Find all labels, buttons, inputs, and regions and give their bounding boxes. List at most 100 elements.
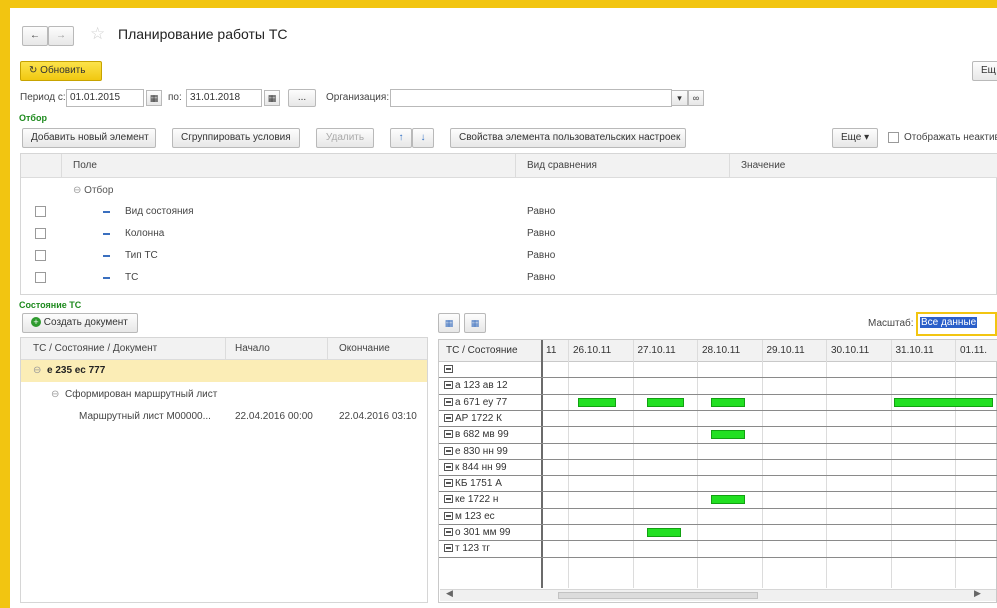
- expand-icon[interactable]: [444, 462, 453, 471]
- gantt-row-line: [439, 393, 997, 395]
- gantt-row-label[interactable]: [444, 364, 455, 375]
- gantt-bar[interactable]: [646, 397, 685, 407]
- move-up-icon[interactable]: ↑: [390, 128, 412, 148]
- calendar-icon-from[interactable]: ▦: [146, 90, 162, 106]
- filter-row-checkbox[interactable]: [35, 228, 46, 239]
- delete-button[interactable]: Удалить: [316, 128, 374, 148]
- gantt-zoom-out-icon[interactable]: ▦: [464, 313, 486, 333]
- gantt-row-label[interactable]: АР 1722 К: [444, 413, 502, 424]
- gantt-scrollbar[interactable]: ◀ ▶: [440, 588, 996, 601]
- group-conditions-button[interactable]: Сгруппировать условия: [172, 128, 300, 148]
- gantt-row-line: [439, 540, 997, 542]
- expand-icon[interactable]: [444, 544, 453, 553]
- filter-row[interactable]: Вид состояния Равно: [21, 201, 997, 223]
- collapse-icon[interactable]: ⊖: [51, 389, 59, 400]
- expand-icon[interactable]: [444, 495, 453, 504]
- expand-icon[interactable]: [444, 511, 453, 520]
- expand-icon[interactable]: [444, 430, 453, 439]
- organization-field[interactable]: [390, 89, 672, 107]
- scroll-thumb[interactable]: [558, 592, 758, 599]
- period-from-label: Период с:: [20, 92, 66, 103]
- filter-group-row[interactable]: ⊖ Отбор: [73, 185, 113, 196]
- gantt-bar[interactable]: [711, 397, 746, 407]
- period-to-field[interactable]: 31.01.2018: [186, 89, 262, 107]
- scroll-right-icon[interactable]: ▶: [974, 588, 981, 599]
- forward-button[interactable]: →: [48, 26, 74, 46]
- add-icon: +: [31, 317, 41, 327]
- gantt-bar[interactable]: [711, 495, 746, 505]
- gantt-bar[interactable]: [577, 397, 617, 407]
- move-down-icon[interactable]: ↓: [412, 128, 434, 148]
- calendar-icon-to[interactable]: ▦: [264, 90, 280, 106]
- gantt-row-label[interactable]: КБ 1751 А: [444, 478, 502, 489]
- show-inactive-checkbox[interactable]: [888, 132, 899, 143]
- gantt-row-label[interactable]: а 671 еу 77: [444, 397, 507, 408]
- filter-table: Поле Вид сравнения Значение ⊖ Отбор Вид …: [20, 153, 997, 295]
- expand-icon[interactable]: [444, 397, 453, 406]
- dropdown-icon[interactable]: ▾: [672, 90, 688, 106]
- gantt-zoom-in-icon[interactable]: ▦: [438, 313, 460, 333]
- gantt-row-line: [439, 458, 997, 460]
- expand-icon[interactable]: [444, 413, 453, 422]
- favorite-star-icon[interactable]: ☆: [90, 24, 105, 44]
- period-from-field[interactable]: 01.01.2015: [66, 89, 144, 107]
- column-divider: [327, 338, 328, 360]
- gantt-row-label[interactable]: т 123 тг: [444, 543, 490, 554]
- expand-icon[interactable]: [444, 446, 453, 455]
- scroll-left-icon[interactable]: ◀: [446, 588, 453, 599]
- tree-document-label: Маршрутный лист М00000...: [79, 411, 211, 422]
- filter-row-comparison: Равно: [527, 250, 556, 261]
- collapse-icon[interactable]: ⊖: [73, 185, 81, 196]
- filter-table-header: [21, 154, 997, 178]
- filter-row-checkbox[interactable]: [35, 250, 46, 261]
- filter-row[interactable]: ТС Равно: [21, 267, 997, 289]
- gantt-bar[interactable]: [711, 430, 746, 440]
- refresh-button[interactable]: ↻ Обновить: [20, 61, 102, 81]
- expand-icon[interactable]: [444, 381, 453, 390]
- gantt-row-label[interactable]: к 844 нн 99: [444, 462, 507, 473]
- filter-section-label: Отбор: [19, 113, 47, 123]
- tree-document-end: 22.04.2016 03:10: [339, 411, 417, 422]
- gantt-row-line: [439, 377, 997, 379]
- collapse-icon[interactable]: ⊖: [33, 365, 41, 376]
- filter-row-field: Колонна: [125, 228, 165, 239]
- refresh-label: Обновить: [40, 65, 86, 76]
- filter-row-checkbox[interactable]: [35, 206, 46, 217]
- period-select-button[interactable]: ...: [288, 89, 316, 107]
- expand-icon[interactable]: [444, 479, 453, 488]
- tree-status-label: Сформирован маршрутный лист: [65, 389, 218, 400]
- filter-row[interactable]: Колонна Равно: [21, 223, 997, 245]
- element-properties-button[interactable]: Свойства элемента пользовательских настр…: [450, 128, 686, 148]
- tree-vehicle-label: е 235 ес 777: [47, 365, 106, 376]
- gantt-row-label[interactable]: ке 1722 н: [444, 494, 498, 505]
- gantt-row-label[interactable]: е 830 нн 99: [444, 446, 508, 457]
- gantt-chart[interactable]: [438, 339, 997, 603]
- gantt-bar[interactable]: [646, 528, 681, 537]
- gantt-bar[interactable]: [893, 397, 993, 407]
- tree-row-vehicle[interactable]: ⊖ е 235 ес 777: [21, 360, 427, 382]
- tree-row-status[interactable]: ⊖ Сформирован маршрутный лист: [21, 384, 427, 406]
- gantt-row-line: [439, 475, 997, 477]
- scale-field[interactable]: Все данные: [916, 312, 997, 336]
- filter-more-button[interactable]: Еще ▾: [832, 128, 878, 148]
- filter-row[interactable]: Тип ТС Равно: [21, 245, 997, 267]
- gantt-row-label[interactable]: о 301 мм 99: [444, 527, 510, 538]
- column-value: Значение: [741, 160, 786, 171]
- open-link-icon[interactable]: ∞: [688, 90, 704, 106]
- expand-icon[interactable]: [444, 365, 453, 373]
- column-divider: [61, 154, 62, 178]
- gantt-row-label[interactable]: а 123 ав 12: [444, 380, 508, 391]
- column-start: Начало: [235, 343, 270, 354]
- gantt-row-line: [439, 491, 997, 493]
- gantt-header-label: ТС / Состояние: [446, 345, 518, 356]
- add-element-button[interactable]: Добавить новый элемент: [22, 128, 156, 148]
- expand-icon[interactable]: [444, 528, 453, 536]
- gantt-row-label[interactable]: м 123 ес: [444, 511, 495, 522]
- create-document-button[interactable]: + Создать документ: [22, 313, 138, 333]
- more-button-top[interactable]: Ещ: [972, 61, 997, 81]
- tree-row-document[interactable]: Маршрутный лист М00000... 22.04.2016 00:…: [21, 406, 427, 428]
- back-button[interactable]: ←: [22, 26, 48, 46]
- window-frame-left: [0, 0, 10, 608]
- gantt-row-label[interactable]: в 682 мв 99: [444, 429, 509, 440]
- filter-row-checkbox[interactable]: [35, 272, 46, 283]
